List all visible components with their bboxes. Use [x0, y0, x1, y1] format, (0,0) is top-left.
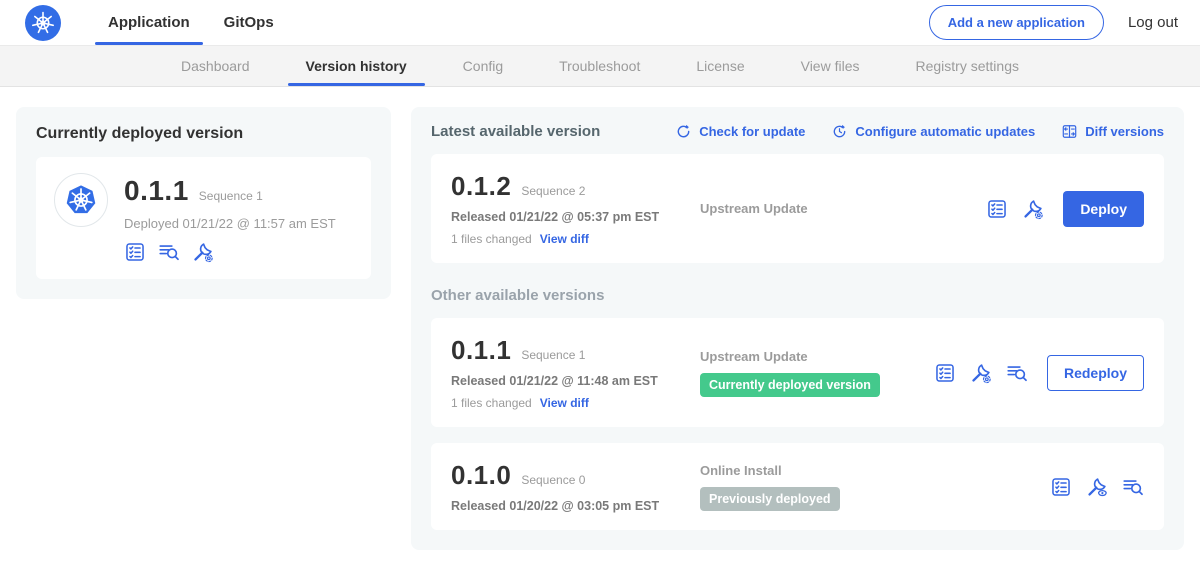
- version-card-0-1-1: 0.1.1 Sequence 1 Released 01/21/22 @ 11:…: [431, 318, 1164, 427]
- main-content: Currently deployed version 0.1.1 Sequenc…: [0, 87, 1200, 550]
- version-row: 0.1.2 Sequence 2: [451, 171, 696, 202]
- app-logo-icon: [54, 173, 108, 227]
- version-source-label: Upstream Update: [700, 349, 808, 364]
- configure-automatic-updates-label: Configure automatic updates: [855, 124, 1035, 139]
- currently-deployed-card: Currently deployed version 0.1.1 Sequenc…: [16, 107, 391, 299]
- version-row: 0.1.1 Sequence 1: [124, 175, 336, 207]
- version-history-panel: Latest available version Check for updat…: [411, 107, 1184, 550]
- refresh-icon: [675, 123, 692, 140]
- version-card-actions: [1050, 476, 1144, 498]
- files-changed-label: 1 files changed: [451, 232, 532, 246]
- subnav-tab-troubleshoot[interactable]: Troubleshoot: [531, 46, 668, 86]
- subnav-tab-label: Dashboard: [181, 58, 250, 74]
- subnav-tab-label: Version history: [306, 58, 407, 74]
- files-changed-label: 1 files changed: [451, 396, 532, 410]
- edit-config-button wrench-gear-icon[interactable]: [192, 241, 214, 263]
- diff-icon: [1061, 123, 1078, 140]
- tab-application[interactable]: Application: [91, 0, 207, 45]
- edit-config-button wrench-gear-icon[interactable]: [970, 362, 992, 384]
- view-diff-link[interactable]: View diff: [540, 232, 589, 246]
- subnav-tab-config[interactable]: Config: [435, 46, 531, 86]
- check-for-update-label: Check for update: [699, 124, 805, 139]
- released-date: Released 01/21/22 @ 11:48 am EST: [451, 374, 696, 388]
- deployed-date: Deployed 01/21/22 @ 11:57 am EST: [124, 216, 336, 231]
- version-source-label: Online Install: [700, 463, 782, 478]
- view-files-button file-search-icon[interactable]: [1122, 476, 1144, 498]
- version-card-actions: Redeploy: [934, 355, 1144, 391]
- subnav-tab-version-history[interactable]: Version history: [278, 46, 435, 86]
- view-files-button file-search-icon[interactable]: [1006, 362, 1028, 384]
- deploy-button[interactable]: Deploy: [1063, 191, 1144, 227]
- sequence-label: Sequence 1: [521, 348, 585, 362]
- version-number: 0.1.0: [451, 460, 511, 491]
- currently-deployed-title: Currently deployed version: [36, 125, 371, 143]
- tab-gitops[interactable]: GitOps: [207, 0, 291, 45]
- panel-header: Latest available version Check for updat…: [431, 123, 1164, 140]
- header-tabs: Application GitOps: [91, 0, 291, 45]
- tab-application-label: Application: [108, 14, 190, 31]
- latest-available-title: Latest available version: [431, 123, 600, 140]
- version-card-left: 0.1.2 Sequence 2 Released 01/21/22 @ 05:…: [451, 171, 696, 246]
- version-card-actions: Deploy: [986, 191, 1144, 227]
- header-right: Add a new application Log out: [929, 5, 1178, 40]
- version-number: 0.1.1: [451, 335, 511, 366]
- deployed-version-tile: 0.1.1 Sequence 1 Deployed 01/21/22 @ 11:…: [36, 157, 371, 279]
- deployed-version-number: 0.1.1: [124, 175, 189, 207]
- files-changed-row: 1 files changed View diff: [451, 396, 696, 410]
- subnav-tab-registry-settings[interactable]: Registry settings: [888, 46, 1047, 86]
- deployed-sequence-label: Sequence 1: [199, 189, 263, 203]
- subnav-tab-label: Registry settings: [916, 58, 1019, 74]
- version-source-label: Upstream Update: [700, 201, 808, 216]
- version-card-left: 0.1.0 Sequence 0 Released 01/20/22 @ 03:…: [451, 460, 696, 513]
- subnav-tab-label: View files: [801, 58, 860, 74]
- release-notes-button checklist-icon[interactable]: [124, 241, 146, 263]
- redeploy-button[interactable]: Redeploy: [1047, 355, 1144, 391]
- subnav-tab-label: Config: [463, 58, 503, 74]
- kubernetes-logo-icon: [25, 5, 61, 41]
- auto-update-icon: [831, 123, 848, 140]
- subnav-tab-dashboard[interactable]: Dashboard: [153, 46, 278, 86]
- check-for-update-link[interactable]: Check for update: [675, 123, 805, 140]
- release-notes-button checklist-icon[interactable]: [934, 362, 956, 384]
- view-config-button wrench-eye-icon[interactable]: [1086, 476, 1108, 498]
- top-nav: Application GitOps Add a new application…: [0, 0, 1200, 46]
- panel-actions: Check for update Configure automatic upd…: [675, 123, 1164, 140]
- add-application-button[interactable]: Add a new application: [929, 5, 1104, 40]
- subnav-tab-view-files[interactable]: View files: [773, 46, 888, 86]
- subnav-tab-license[interactable]: License: [668, 46, 772, 86]
- subnav-tab-label: Troubleshoot: [559, 58, 640, 74]
- logout-button[interactable]: Log out: [1128, 14, 1178, 31]
- diff-versions-link[interactable]: Diff versions: [1061, 123, 1164, 140]
- deployed-info: 0.1.1 Sequence 1 Deployed 01/21/22 @ 11:…: [124, 173, 336, 263]
- currently-deployed-badge: Currently deployed version: [700, 373, 880, 397]
- previously-deployed-badge: Previously deployed: [700, 487, 840, 511]
- diff-versions-label: Diff versions: [1085, 124, 1164, 139]
- version-card-0-1-0: 0.1.0 Sequence 0 Released 01/20/22 @ 03:…: [431, 443, 1164, 530]
- released-date: Released 01/20/22 @ 03:05 pm EST: [451, 499, 696, 513]
- version-row: 0.1.1 Sequence 1: [451, 335, 696, 366]
- view-files-button file-search-icon[interactable]: [158, 241, 180, 263]
- deployed-icon-row: [124, 241, 336, 263]
- files-changed-row: 1 files changed View diff: [451, 232, 696, 246]
- sequence-label: Sequence 0: [521, 473, 585, 487]
- version-card-middle: Upstream Update: [696, 201, 986, 216]
- version-row: 0.1.0 Sequence 0: [451, 460, 696, 491]
- tab-gitops-label: GitOps: [224, 14, 274, 31]
- view-diff-link[interactable]: View diff: [540, 396, 589, 410]
- version-card-middle: Online Install Previously deployed: [696, 463, 1050, 511]
- release-notes-button checklist-icon[interactable]: [1050, 476, 1072, 498]
- version-card-left: 0.1.1 Sequence 1 Released 01/21/22 @ 11:…: [451, 335, 696, 410]
- released-date: Released 01/21/22 @ 05:37 pm EST: [451, 210, 696, 224]
- other-available-versions-title: Other available versions: [431, 287, 1164, 304]
- edit-config-button wrench-gear-icon[interactable]: [1022, 198, 1044, 220]
- subnav-tab-label: License: [696, 58, 744, 74]
- version-card-0-1-2: 0.1.2 Sequence 2 Released 01/21/22 @ 05:…: [431, 154, 1164, 263]
- app-subnav: Dashboard Version history Config Trouble…: [0, 46, 1200, 87]
- release-notes-button checklist-icon[interactable]: [986, 198, 1008, 220]
- sequence-label: Sequence 2: [521, 184, 585, 198]
- configure-automatic-updates-link[interactable]: Configure automatic updates: [831, 123, 1035, 140]
- version-card-middle: Upstream Update Currently deployed versi…: [696, 349, 934, 397]
- version-number: 0.1.2: [451, 171, 511, 202]
